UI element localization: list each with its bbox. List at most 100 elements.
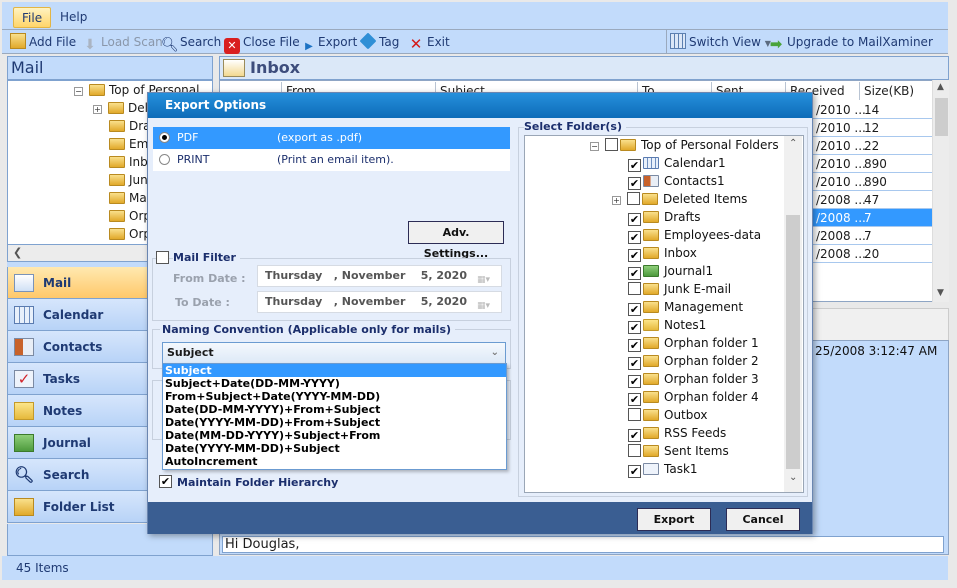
- tag-button[interactable]: Tag: [359, 32, 399, 52]
- option-print[interactable]: PRINT (Print an email item).: [153, 149, 510, 171]
- naming-option[interactable]: From+Subject+Date(YYYY-MM-DD): [163, 390, 506, 403]
- naming-option[interactable]: Date(YYYY-MM-DD)+Subject: [163, 442, 506, 455]
- calendar-dropdown-icon[interactable]: ▦▾: [477, 296, 493, 311]
- scroll-up-icon[interactable]: ▲: [937, 82, 944, 92]
- sent-folder-icon: [643, 445, 659, 457]
- menu-file[interactable]: File: [13, 7, 52, 28]
- folder-row[interactable]: ✔ Notes1: [628, 316, 706, 334]
- naming-convention-dropdown[interactable]: Subject Subject+Date(DD-MM-YYYY) From+Subj…: [162, 363, 507, 470]
- folder-checkbox[interactable]: ✔: [628, 357, 641, 370]
- received-cell: /2008 ...: [816, 193, 866, 207]
- grid-view-icon: [670, 33, 686, 49]
- size-cell: 7: [864, 211, 872, 225]
- export-button[interactable]: ▶ Export: [303, 33, 357, 52]
- add-file-button[interactable]: Add File: [10, 33, 76, 52]
- folder-checkbox[interactable]: ✔: [628, 375, 641, 388]
- naming-option[interactable]: Subject: [163, 364, 506, 377]
- folder-list-scroll-thumb[interactable]: [786, 215, 800, 469]
- expand-icon[interactable]: +: [93, 105, 102, 114]
- folder-checkbox[interactable]: ✔: [628, 177, 641, 190]
- folder-checkbox[interactable]: ✔: [628, 249, 641, 262]
- maintain-hierarchy-checkbox[interactable]: ✔: [159, 475, 172, 488]
- collapse-icon[interactable]: −: [590, 142, 599, 151]
- column-header-size[interactable]: Size(KB): [860, 82, 932, 100]
- scroll-down-icon[interactable]: ▼: [937, 288, 944, 298]
- naming-option[interactable]: AutoIncrement: [163, 455, 506, 468]
- folder-folder-icon: [643, 427, 659, 439]
- to-date-picker[interactable]: Thursday , November 5, 2020 ▦▾: [257, 291, 502, 313]
- folder-row[interactable]: Sent Items: [628, 442, 729, 460]
- naming-option[interactable]: Subject+Date(DD-MM-YYYY): [163, 377, 506, 390]
- mail-filter-checkbox[interactable]: [156, 251, 169, 264]
- folder-row[interactable]: ✔ Journal1: [628, 262, 713, 280]
- scroll-thumb[interactable]: [935, 98, 948, 136]
- from-date-picker[interactable]: Thursday , November 5, 2020 ▦▾: [257, 265, 502, 287]
- pdf-radio[interactable]: [159, 132, 170, 143]
- search-button[interactable]: 🔍︎Search: [161, 33, 221, 53]
- folder-checkbox[interactable]: [605, 138, 618, 151]
- folder-row[interactable]: Outbox: [628, 406, 707, 424]
- folder-label: Notes1: [664, 318, 707, 332]
- search-icon: 🔍︎: [161, 37, 179, 53]
- naming-option[interactable]: Date(DD-MM-YYYY)+From+Subject: [163, 403, 506, 416]
- folder-checkbox[interactable]: [627, 192, 640, 205]
- export-dialog-button[interactable]: Export: [637, 508, 711, 531]
- folder-row[interactable]: Junk E-mail: [628, 280, 731, 298]
- naming-convention-select[interactable]: Subject ⌄: [162, 342, 506, 364]
- cancel-button[interactable]: Cancel: [726, 508, 800, 531]
- folder-checkbox[interactable]: [628, 282, 641, 295]
- folder-checkbox[interactable]: ✔: [628, 429, 641, 442]
- calendar-dropdown-icon[interactable]: ▦▾: [477, 270, 493, 285]
- folder-row[interactable]: ✔ Orphan folder 2: [628, 352, 759, 370]
- collapse-icon[interactable]: −: [74, 87, 83, 96]
- folder-checklist[interactable]: − Top of Personal Folders ✔ Calendar1 ✔ Cont…: [524, 135, 804, 493]
- menu-help[interactable]: Help: [52, 7, 95, 28]
- folder-label: Employees-data: [664, 228, 762, 242]
- folder-row[interactable]: ✔ Drafts: [628, 208, 701, 226]
- expand-icon[interactable]: +: [612, 196, 621, 205]
- folder-checkbox[interactable]: ✔: [628, 321, 641, 334]
- folder-checkbox[interactable]: [628, 444, 641, 457]
- scroll-up-icon[interactable]: ⌃: [789, 138, 797, 149]
- switch-view-button[interactable]: Switch View ▼: [670, 33, 771, 52]
- notes-folder-icon: [643, 319, 659, 331]
- print-radio[interactable]: [159, 154, 170, 165]
- folder-checkbox[interactable]: ✔: [628, 159, 641, 172]
- folder-row[interactable]: ✔ Orphan folder 4: [628, 388, 759, 406]
- inbox-header: [219, 56, 949, 80]
- folder-row[interactable]: ✔ Calendar1: [628, 154, 726, 172]
- folder-row[interactable]: ✔ Task1: [628, 460, 698, 478]
- folder-checkbox[interactable]: ✔: [628, 303, 641, 316]
- adv-settings-button[interactable]: Adv. Settings...: [408, 221, 504, 260]
- exit-button[interactable]: ✕ Exit: [408, 33, 450, 52]
- folder-row[interactable]: ✔ Orphan folder 1: [628, 334, 759, 352]
- folder-checkbox[interactable]: ✔: [628, 339, 641, 352]
- folder-row[interactable]: ✔ Contacts1: [628, 172, 725, 190]
- folder-row[interactable]: + Deleted Items: [612, 190, 747, 208]
- folder-checkbox[interactable]: ✔: [628, 465, 641, 478]
- scroll-down-icon[interactable]: ⌄: [789, 472, 797, 483]
- grid-vertical-scrollbar[interactable]: ▲ ▼: [932, 80, 949, 302]
- folder-row[interactable]: ✔ Employees-data: [628, 226, 761, 244]
- close-file-button[interactable]: ✕ Close File: [224, 33, 300, 54]
- folder-row[interactable]: ✔ Orphan folder 3: [628, 370, 759, 388]
- option-pdf[interactable]: PDF (export as .pdf): [153, 127, 510, 149]
- junk-folder-icon: [109, 174, 125, 186]
- folder-checkbox[interactable]: ✔: [628, 393, 641, 406]
- folder-checkbox[interactable]: [628, 408, 641, 421]
- upgrade-button[interactable]: ➡ Upgrade to MailXaminer: [768, 33, 933, 52]
- download-icon: ⬇: [84, 37, 96, 53]
- folder-row[interactable]: ✔ RSS Feeds: [628, 424, 726, 442]
- size-cell: 890: [864, 157, 887, 171]
- folder-icon: [620, 139, 636, 151]
- naming-option[interactable]: Date(MM-DD-YYYY)+Subject+From: [163, 429, 506, 442]
- folder-row[interactable]: ✔ Management: [628, 298, 743, 316]
- folder-checkbox[interactable]: ✔: [628, 213, 641, 226]
- load-scan-button[interactable]: ⬇ Load Scan: [82, 33, 163, 53]
- folder-root-row[interactable]: − Top of Personal Folders: [590, 136, 779, 154]
- folder-checkbox[interactable]: ✔: [628, 267, 641, 280]
- folder-checkbox[interactable]: ✔: [628, 231, 641, 244]
- naming-option[interactable]: Date(YYYY-MM-DD)+From+Subject: [163, 416, 506, 429]
- folder-row[interactable]: ✔ Inbox: [628, 244, 697, 262]
- scroll-left-icon[interactable]: ❮: [13, 246, 22, 259]
